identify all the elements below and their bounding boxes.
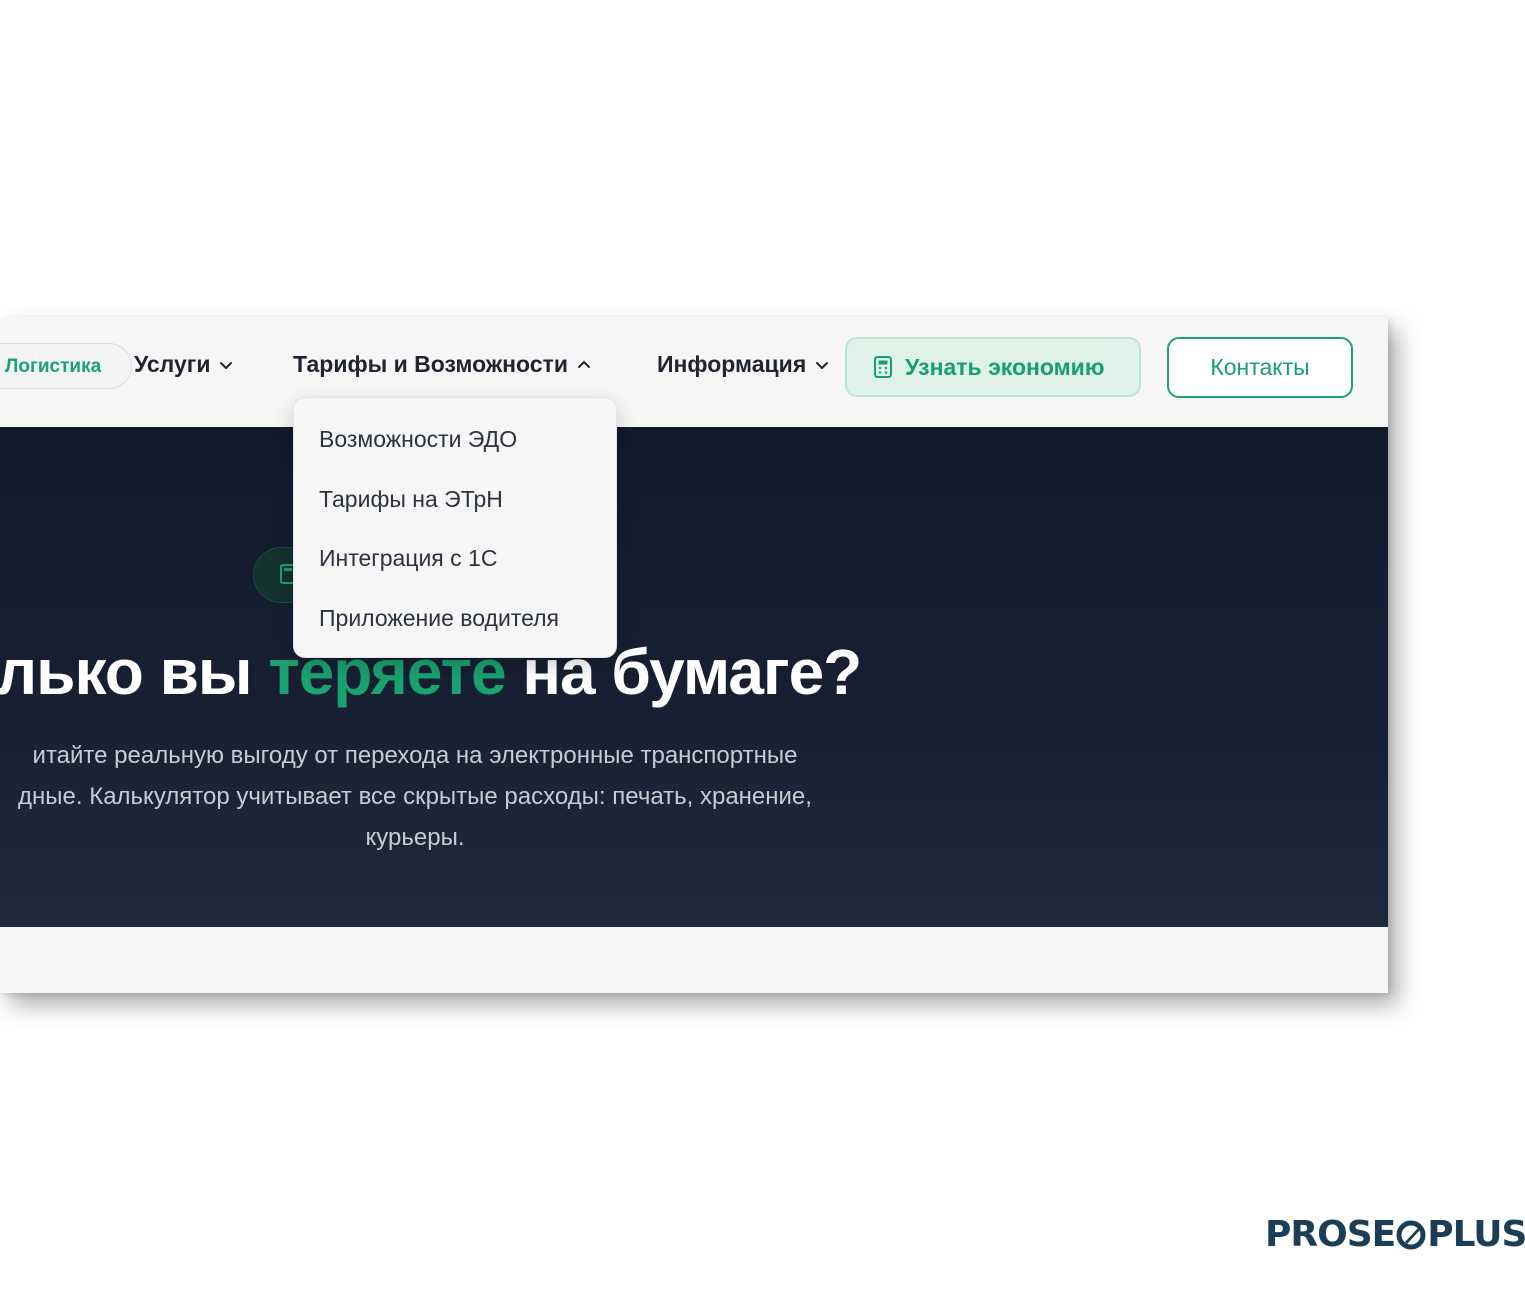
brand-chip-label: Логистика: [5, 356, 102, 377]
contacts-button[interactable]: Контакты: [1167, 337, 1353, 398]
chevron-up-icon: [577, 360, 590, 368]
hero-subtitle-line: курьеры.: [365, 824, 465, 851]
logo-o-icon: [1396, 1220, 1426, 1249]
chevron-down-icon: [220, 361, 233, 369]
hero-subtitle-line: дные. Калькулятор учитывает все скрытые …: [18, 783, 812, 810]
calculator-icon: [874, 356, 892, 378]
hero-subtitle: итайте реальную выгоду от перехода на эл…: [0, 735, 920, 858]
chevron-down-icon: [816, 361, 829, 369]
nav-tariffs[interactable]: Тарифы и Возможности: [293, 351, 592, 378]
hero-section: олько вы теряете на бумаге? итайте реаль…: [0, 427, 1388, 927]
tariffs-dropdown-menu: Возможности ЭДО Тарифы на ЭТрН Интеграци…: [293, 397, 617, 658]
dropdown-item-etrn-tariffs[interactable]: Тарифы на ЭТрН: [319, 486, 503, 513]
savings-button[interactable]: Узнать экономию: [845, 337, 1141, 397]
contacts-button-label: Контакты: [1210, 354, 1310, 380]
top-navbar: Логистика Услуги Тарифы и Возможности Ин…: [0, 317, 1388, 427]
page-bottom-strip: [0, 927, 1388, 993]
nav-tariffs-label: Тарифы и Возможности: [293, 351, 568, 377]
savings-button-label: Узнать экономию: [905, 353, 1105, 380]
dropdown-item-edo[interactable]: Возможности ЭДО: [319, 426, 517, 453]
nav-services-label: Услуги: [134, 351, 211, 377]
watermark-logo-left: PROSE: [1265, 1214, 1396, 1255]
brand-chip[interactable]: Логистика: [0, 343, 132, 389]
website-screenshot: Логистика Услуги Тарифы и Возможности Ин…: [0, 317, 1388, 993]
hero-subtitle-line: итайте реальную выгоду от перехода на эл…: [32, 742, 798, 769]
nav-services[interactable]: Услуги: [134, 351, 234, 378]
nav-info-label: Информация: [657, 351, 807, 377]
dropdown-item-1c-integration[interactable]: Интеграция с 1С: [319, 545, 497, 572]
dropdown-item-driver-app[interactable]: Приложение водителя: [319, 605, 559, 632]
watermark-logo: PROSE PLUS: [1265, 1214, 1525, 1255]
watermark-logo-right: PLUS: [1427, 1214, 1525, 1255]
hero-title-part1: олько вы: [0, 636, 253, 708]
nav-info[interactable]: Информация: [657, 351, 830, 378]
